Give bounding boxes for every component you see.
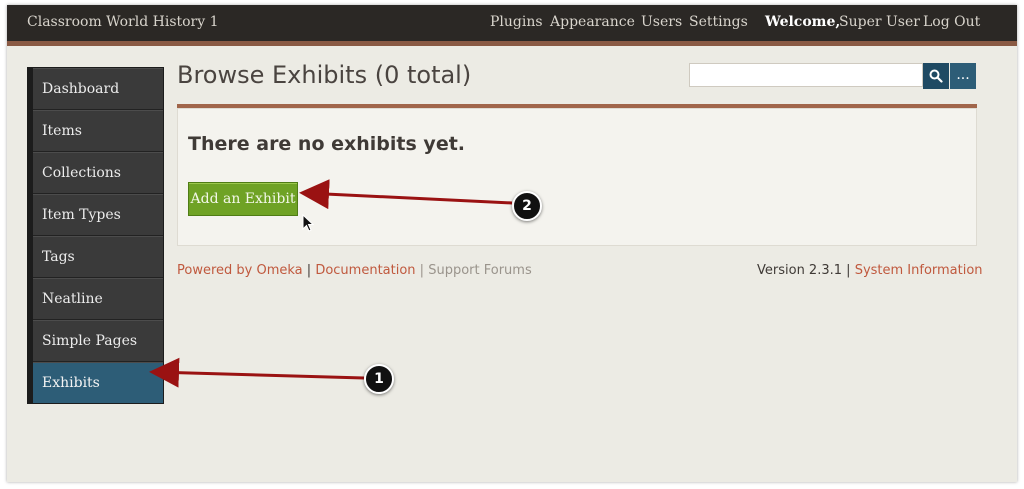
callout-badge-1: 1	[364, 364, 394, 394]
annotation-arrow-2	[299, 179, 513, 210]
callout-badge-2: 2	[512, 191, 542, 221]
annotation-arrow-1	[149, 357, 365, 388]
annotation-arrows	[149, 179, 513, 388]
mouse-cursor-icon	[302, 214, 314, 232]
app-window: Classroom World History 1 Plugins Appear…	[7, 5, 1017, 482]
